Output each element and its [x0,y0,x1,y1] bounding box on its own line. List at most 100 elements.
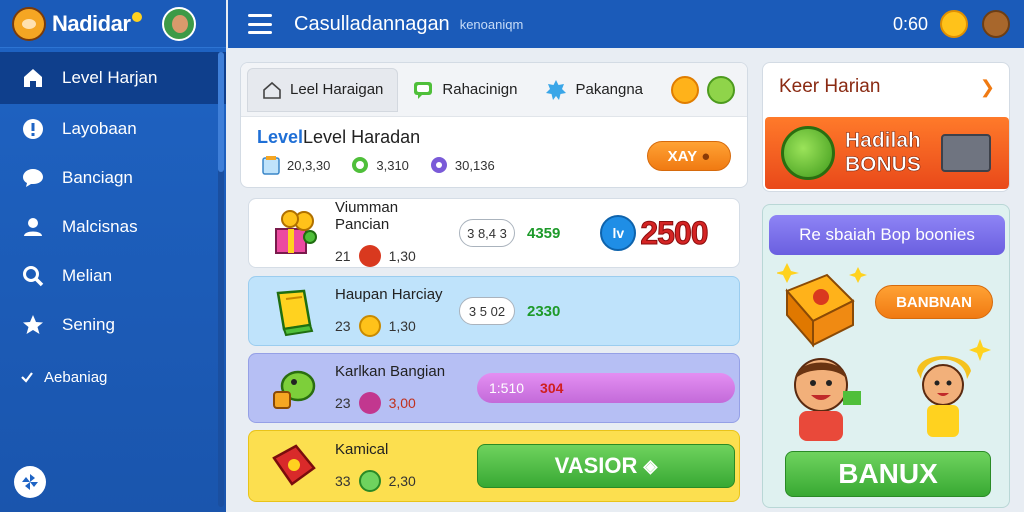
tab-leel-haraigan[interactable]: Leel Haraigan [247,67,399,112]
sidebar-item-label: Malcisnas [62,216,138,236]
row-green-value: 2330 [527,302,561,320]
pinwheel-icon [22,474,38,490]
level-card: Leel Haraigan Rahacinign Pakangna LevelL… [240,62,748,188]
vasior-button[interactable]: VASIOR ◈ [477,444,735,488]
brand-name: Nadidar [52,10,131,36]
tab-label: Rahacinign [442,81,518,98]
promo-title[interactable]: Re sbaiah Bop boonies [769,215,1005,255]
row-pill[interactable]: 3 8,4 3 [459,219,515,247]
score-value: 2500 [640,214,709,251]
promo-card: Re sbaiah Bop boonies BANBNAN BANUX [762,204,1010,508]
smiley-coin-icon [358,314,381,337]
sidebar: Nadidar Level Harjan Layobaan Banciagn M… [0,0,226,512]
row-stat-a: 33 [335,472,351,489]
sidebar-item-layobaan[interactable]: Layobaan [0,104,226,153]
girl-illustration [917,339,991,437]
tomato-icon [358,245,381,267]
row-title: Kamical [335,440,389,458]
progress-text: 1:510 [489,380,525,396]
check-icon [20,364,34,390]
level-title-highlight: Level [257,127,304,147]
promo-pill-button[interactable]: BANBNAN [875,285,993,319]
star-icon [20,312,46,338]
coin-icon[interactable] [671,75,699,104]
coin-icon: ● [701,147,711,165]
row-title: Karlkan Bangian [335,362,446,380]
row-body: Haupan Harciay 23 1,30 [335,286,455,337]
home-icon [20,65,46,91]
alert-icon [20,116,46,142]
chat-icon [412,79,434,101]
row-stat-b: 2,30 [388,472,416,489]
tab-pakangna[interactable]: Pakangna [531,68,657,112]
reward-row[interactable]: Haupan Harciay 23 1,30 3 5 02 2330 [248,276,740,346]
tab-rahacinign[interactable]: Rahacinign [398,68,531,112]
pinwheel-button[interactable] [14,466,46,498]
row-body: Viumman Pancian 21 1,30 [335,199,455,267]
row-pill[interactable]: 3 5 02 [459,297,515,325]
row-body: Kamical 33 2,30 [335,441,455,492]
top-header: Casulladannagan kenoaniqm 0:60 [228,0,1024,48]
reward-row[interactable]: Viumman Pancian 21 1,30 3 8,4 3 4359 lv … [248,198,740,268]
cup-icon [261,154,281,176]
row-stats: 23 1,30 [335,314,455,337]
bonus-line-2: BONUS [845,153,921,177]
sidebar-item-malcisnas[interactable]: Malcisnas [0,202,226,251]
row-stat-b: 1,30 [388,317,416,334]
sidebar-item-aebaniag[interactable]: Aebaniag [0,349,226,405]
level-title-rest: Level Haradan [303,127,421,147]
sidebar-item-melian[interactable]: Melian [0,251,226,300]
cookie-icon[interactable] [982,10,1010,38]
notification-dot-icon [132,11,143,22]
coin-icon[interactable] [940,10,968,38]
xay-button[interactable]: XAY ● [647,141,731,171]
row-body: Karlkan Bangian 23 3,00 [335,363,455,414]
row-stats: 33 2,30 [335,469,455,492]
chat-bubble-icon [350,155,370,175]
tab-bar: Leel Haraigan Rahacinign Pakangna [241,63,747,117]
badge-icon [545,79,567,101]
smiley-icon[interactable] [707,75,735,104]
daily-title: Keer Harian [779,76,881,97]
row-stats: 21 1,30 [335,245,455,267]
chevron-down-icon[interactable]: ❯ [980,77,995,98]
stat-value: 30,136 [454,157,495,173]
box-illustration [775,263,867,348]
smiley-icon [358,469,381,492]
stat-value: 3,310 [376,157,409,173]
sidebar-item-level-harjan[interactable]: Level Harjan [0,52,226,104]
sidebar-item-label: Level Harjan [62,68,158,87]
stat-item: 20,3,30 [261,154,330,176]
red-envelope-icon [265,439,323,493]
sidebar-item-label: Melian [62,265,113,285]
chat-icon [20,165,46,191]
sidebar-item-label: Aebaniag [44,368,108,386]
stat-value: 20,3,30 [287,157,331,173]
reward-row[interactable]: Karlkan Bangian 23 3,00 1:510 304 [248,353,740,423]
sidebar-item-banciagn[interactable]: Banciagn [0,153,226,202]
boy-illustration [794,358,861,441]
book-icon [265,284,323,338]
progress-bar[interactable]: 1:510 304 [477,373,735,403]
gem-icon [429,155,449,175]
banux-button[interactable]: BANUX [785,451,991,497]
user-avatar[interactable] [162,6,197,41]
sidebar-scrollbar[interactable] [218,52,224,507]
row-stats: 23 3,00 [335,391,455,414]
stat-item: 3,310 [350,155,409,175]
creature-icon [265,361,323,415]
main-panel: Leel Haraigan Rahacinign Pakangna LevelL… [240,62,748,508]
reward-row[interactable]: Kamical 33 2,30 VASIOR ◈ [248,430,740,502]
bonus-banner[interactable]: Hadilah BONUS [765,117,1009,189]
bonus-orb-icon [781,126,835,180]
page-title: Casulladannagan [294,12,450,35]
xay-button-label: XAY [667,147,698,165]
home-outline-icon [262,80,282,100]
level-badge-icon: lv [600,215,637,251]
hamburger-menu-button[interactable] [248,14,272,34]
sidebar-item-label: Sening [62,314,115,334]
row-title: Viumman Pancian [335,199,399,233]
play-icon: ◈ [643,455,658,476]
daily-header[interactable]: Keer Harian ❯ [763,63,1009,111]
sidebar-item-sening[interactable]: Sening [0,300,226,349]
